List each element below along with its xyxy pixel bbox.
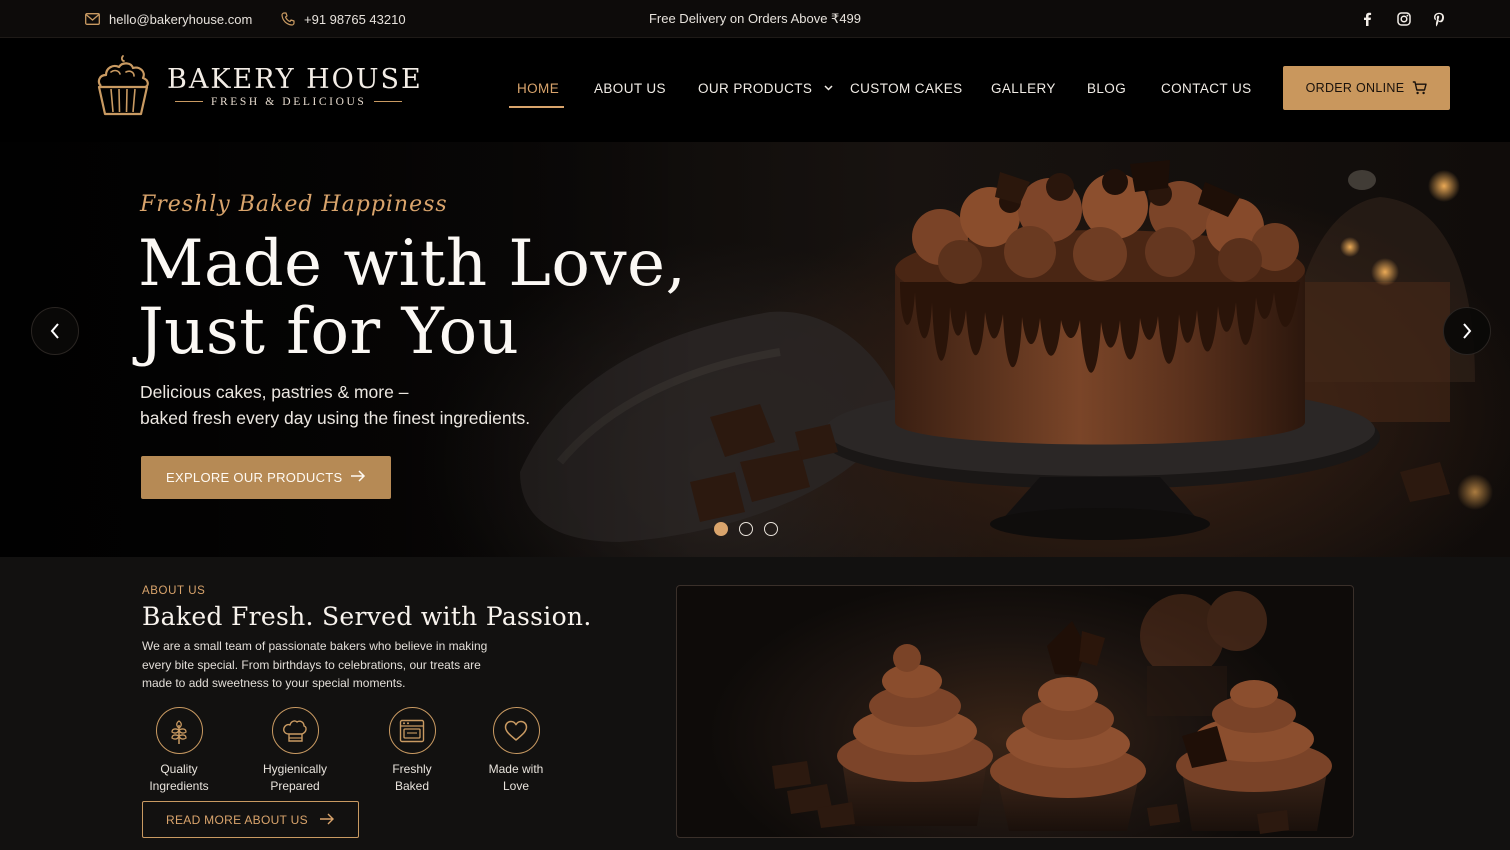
hero-slider: Freshly Baked Happiness Made with Love, … <box>0 142 1510 557</box>
explore-products-label: EXPLORE OUR PRODUCTS <box>166 470 343 485</box>
nav-custom-cakes[interactable]: CUSTOM CAKES <box>850 81 963 96</box>
feature-label-line2: Baked <box>394 778 430 793</box>
feature-freshly-baked: Freshly Baked <box>357 707 467 794</box>
main-header: BAKERY HOUSE FRESH & DELICIOUS HOME ABOU… <box>0 38 1510 142</box>
facebook-icon[interactable] <box>1362 0 1372 38</box>
feature-hygienically-prepared: Hygienically Prepared <box>240 707 350 794</box>
instagram-icon[interactable] <box>1397 0 1411 38</box>
slider-dot-3[interactable] <box>764 522 778 536</box>
chevron-down-icon <box>824 85 833 91</box>
nav-gallery[interactable]: GALLERY <box>991 81 1056 96</box>
hero-subtext: Delicious cakes, pastries & more – baked… <box>140 379 530 431</box>
feature-label-line1: Quality <box>160 762 198 776</box>
cupcakes-image <box>676 585 1354 838</box>
nav-blog[interactable]: BLOG <box>1087 81 1126 96</box>
hero-headline-line1: Made with Love, <box>138 227 687 301</box>
slider-dot-1[interactable] <box>714 522 728 536</box>
feature-label-line1: Freshly <box>392 762 432 776</box>
feature-quality-ingredients: Quality Ingredients <box>124 707 234 794</box>
arrow-right-icon <box>351 470 366 482</box>
hero-subtext-line1: Delicious cakes, pastries & more – <box>140 382 409 402</box>
hero-tagline: Freshly Baked Happiness <box>140 192 448 217</box>
arrow-right-icon <box>320 813 334 825</box>
slider-prev-button[interactable] <box>31 307 79 355</box>
cupcake-icon <box>97 55 149 116</box>
read-more-label: READ MORE ABOUT US <box>166 812 308 827</box>
slider-dot-2[interactable] <box>739 522 753 536</box>
feature-label-line1: Hygienically <box>262 762 328 776</box>
chevron-left-icon <box>50 323 59 339</box>
about-title: Baked Fresh. Served with Passion. <box>142 602 592 631</box>
nav-contact-us[interactable]: CONTACT US <box>1161 81 1252 96</box>
about-body: We are a small team of passionate bakers… <box>142 639 488 691</box>
chevron-right-icon <box>1463 323 1472 339</box>
promo-text: Free Delivery on Orders Above ₹499 <box>648 11 862 26</box>
hero-subtext-line2: baked fresh every day using the finest i… <box>140 408 531 428</box>
wheat-icon <box>171 719 187 744</box>
nav-active-indicator <box>509 106 564 108</box>
chef-hat-icon <box>283 719 307 742</box>
feature-made-with-love: Made with Love <box>461 707 571 794</box>
brand-logo[interactable]: BAKERY HOUSE FRESH & DELICIOUS <box>93 54 423 118</box>
heart-icon <box>504 720 528 741</box>
slider-next-button[interactable] <box>1443 307 1491 355</box>
brand-tagline: FRESH & DELICIOUS <box>167 96 423 108</box>
nav-our-products[interactable]: OUR PRODUCTS <box>698 81 833 96</box>
about-label: ABOUT US <box>142 585 206 597</box>
read-more-about-button[interactable]: READ MORE ABOUT US <box>142 801 359 838</box>
explore-products-button[interactable]: EXPLORE OUR PRODUCTS <box>141 456 391 499</box>
brand-name: BAKERY HOUSE <box>167 63 423 95</box>
nav-our-products-label: OUR PRODUCTS <box>698 81 813 96</box>
order-online-label: ORDER ONLINE <box>1305 81 1405 95</box>
order-online-button[interactable]: ORDER ONLINE <box>1283 66 1450 110</box>
nav-home[interactable]: HOME <box>517 81 559 96</box>
pinterest-icon[interactable] <box>1433 0 1445 38</box>
about-section: ABOUT US Baked Fresh. Served with Passio… <box>0 557 1510 850</box>
oven-icon <box>399 719 425 742</box>
hero-headline-line2: Just for You <box>138 295 520 369</box>
hero-headline: Made with Love, Just for You <box>138 230 686 366</box>
top-bar: hello@bakeryhouse.com +91 98765 43210 Fr… <box>0 0 1510 38</box>
feature-label-line2: Ingredients <box>149 778 209 793</box>
nav-about-us[interactable]: ABOUT US <box>594 81 666 96</box>
feature-label-line1: Made with <box>488 762 544 776</box>
feature-label-line2: Prepared <box>270 778 320 793</box>
cart-icon <box>1413 81 1428 95</box>
feature-label-line2: Love <box>502 778 530 793</box>
